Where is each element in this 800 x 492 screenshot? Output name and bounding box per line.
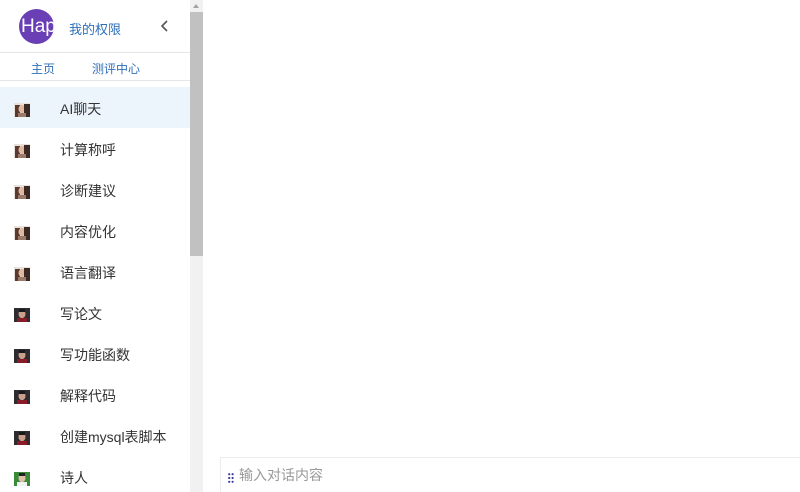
avatar-thumbnail-icon [14,103,30,117]
avatar-thumbnail-icon [14,472,30,486]
nav-home-link[interactable]: 主页 [31,60,55,77]
avatar-thumbnail-icon [14,226,30,240]
menu-item-label: 计算称呼 [60,142,116,158]
assistant-menu: AI聊天 计算称呼 诊断建议 内容优化 语言翻译 写论文 写功能函数 解释代码 … [0,87,190,492]
menu-item-label: AI聊天 [60,101,102,117]
nav-evaluation-link[interactable]: 测评中心 [92,60,140,77]
menu-item-mysql-script[interactable]: 创建mysql表脚本 [0,415,190,456]
avatar-thumbnail-icon [14,267,30,281]
scroll-up-arrow-icon[interactable] [190,0,203,12]
menu-item-translate[interactable]: 语言翻译 [0,251,190,292]
chat-input-bar [220,457,800,492]
avatar-thumbnail-icon [14,185,30,199]
sidebar-header: Hap 我的权限 [0,0,190,53]
menu-item-write-paper[interactable]: 写论文 [0,292,190,333]
chevron-left-icon[interactable] [158,18,172,34]
top-nav: 主页 测评中心 [0,53,190,81]
menu-item-diagnosis[interactable]: 诊断建议 [0,169,190,210]
avatar[interactable]: Hap [19,9,54,44]
avatar-thumbnail-icon [14,390,30,404]
menu-item-explain-code[interactable]: 解释代码 [0,374,190,415]
menu-item-label: 诗人 [60,470,88,486]
menu-item-ai-chat[interactable]: AI聊天 [0,87,190,128]
menu-item-label: 创建mysql表脚本 [60,429,167,445]
menu-item-label: 内容优化 [60,224,116,240]
avatar-thumbnail-icon [14,144,30,158]
sidebar: Hap 我的权限 主页 测评中心 AI聊天 计算称呼 诊断建议 内容优化 语言翻… [0,0,190,492]
menu-item-label: 解释代码 [60,388,116,404]
avatar-thumbnail-icon [14,308,30,322]
chat-input[interactable] [239,458,794,492]
avatar-thumbnail-icon [14,349,30,363]
my-permissions-link[interactable]: 我的权限 [69,19,121,38]
chat-area [203,0,800,492]
menu-item-write-function[interactable]: 写功能函数 [0,333,190,374]
menu-item-label: 诊断建议 [60,183,116,199]
scrollbar-thumb[interactable] [190,12,203,256]
menu-item-label: 语言翻译 [60,265,116,281]
drag-handle-icon[interactable] [228,470,234,483]
sidebar-scrollbar[interactable] [190,0,203,492]
avatar-thumbnail-icon [14,431,30,445]
menu-item-label: 写论文 [60,306,102,322]
menu-item-poet[interactable]: 诗人 [0,456,190,492]
menu-item-label: 写功能函数 [60,347,130,363]
menu-item-content-optimize[interactable]: 内容优化 [0,210,190,251]
menu-item-calc-title[interactable]: 计算称呼 [0,128,190,169]
